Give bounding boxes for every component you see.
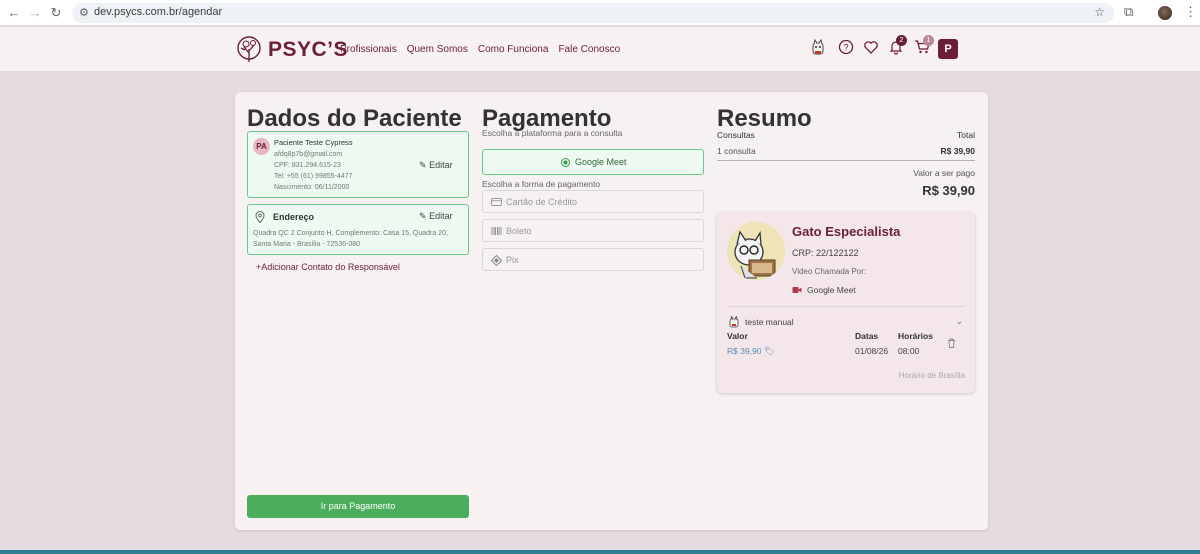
professional-name: Gato Especialista [792, 224, 901, 239]
payment-option-boleto[interactable]: Boleto [482, 219, 704, 242]
svg-text:?: ? [843, 43, 848, 53]
platform-label: Escolha a plataforma para a consulta [482, 128, 623, 138]
notifications-bell-icon[interactable]: 2 [886, 35, 907, 59]
edit-label: Editar [429, 211, 453, 221]
summary-total-value: R$ 39,90 [940, 146, 976, 156]
patient-avatar: PA [253, 138, 270, 155]
browser-profile-avatar[interactable] [1158, 6, 1172, 20]
site-header: PSYC’S Profissionais Quem Somos Como Fun… [0, 27, 1200, 72]
payment-option-credit-card[interactable]: Cartão de Crédito [482, 190, 704, 213]
address-card: Endereço ✎ Editar Quadra QC 2 Conjunto H… [247, 204, 469, 255]
summary-consultas-label: Consultas [717, 130, 755, 140]
video-call-label: Video Chamada Por: [792, 267, 867, 276]
notifications-badge: 2 [896, 35, 907, 46]
bookmark-star-icon[interactable]: ☆ [1094, 5, 1105, 19]
platform-option-google-meet[interactable]: Google Meet [482, 149, 704, 175]
appointment-patient-name: teste manual [745, 317, 794, 327]
cart-icon[interactable]: 1 [912, 35, 934, 59]
browser-menu-icon[interactable]: ⋮ [1184, 4, 1197, 20]
patient-phone: Tel: +55 (61) 99855-4477 [274, 173, 353, 180]
professional-card: Gato Especialista CRP: 22/122122 Video C… [717, 212, 975, 393]
forward-icon[interactable]: → [26, 4, 44, 22]
horarios-label: Horários [898, 331, 933, 341]
reload-icon[interactable]: ↻ [47, 4, 65, 22]
patient-birth: Nascimento: 06/11/2000 [274, 184, 350, 191]
extensions-icon[interactable]: ⧉ [1124, 4, 1133, 20]
edit-patient-button[interactable]: ✎ Editar [419, 160, 453, 171]
patient-email: afdq8p7b@gmail.com [274, 151, 343, 158]
location-pin-icon [255, 211, 265, 223]
address-line-2: Santa Maria - Brasília - 72536-080 [253, 241, 360, 248]
boleto-label: Boleto [506, 226, 532, 236]
summary-total-label: Total [957, 130, 975, 140]
amount-due-value: R$ 39,90 [922, 183, 975, 198]
pencil-icon: ✎ [419, 160, 427, 170]
site-logo[interactable]: PSYC’S [234, 35, 348, 65]
patient-name: Paciente Teste Cypress [274, 138, 353, 147]
logo-tree-icon [237, 36, 261, 62]
favorites-heart-icon[interactable] [861, 39, 881, 59]
summary-heading: Resumo [717, 105, 812, 132]
pencil-icon: ✎ [419, 211, 427, 221]
edit-address-button[interactable]: ✎ Editar [419, 211, 453, 222]
card-divider [727, 306, 965, 307]
radio-selected-icon [561, 158, 570, 167]
go-to-payment-button[interactable]: Ir para Pagamento [247, 495, 469, 518]
cat-mascot-icon[interactable] [808, 38, 828, 59]
main-nav: Profissionais Quem Somos Como Funciona F… [340, 44, 620, 55]
timezone-note: Horário de Brasília [898, 371, 965, 380]
patient-heading: Dados do Paciente [247, 105, 462, 132]
appointment-time: 08:00 [898, 346, 920, 356]
cart-badge: 1 [923, 35, 934, 46]
url-text: dev.psycs.com.br/agendar [94, 6, 223, 18]
amount-due-label: Valor a ser pago [913, 168, 975, 178]
add-contact-label: Adicionar Contato do Responsável [261, 262, 400, 272]
summary-divider [717, 160, 975, 161]
site-settings-icon[interactable]: ⚙ [79, 6, 89, 19]
price-tag-icon: 🏷 [763, 346, 775, 356]
trash-icon[interactable] [947, 338, 956, 348]
platform-option-label: Google Meet [575, 157, 627, 167]
nav-profissionais[interactable]: Profissionais [340, 44, 397, 55]
credit-card-label: Cartão de Crédito [506, 197, 578, 207]
address-heading: Endereço [273, 212, 315, 222]
barcode-icon [491, 227, 502, 235]
nav-fale-conosco[interactable]: Fale Conosco [558, 44, 620, 55]
professional-crp: CRP: 22/122122 [792, 248, 859, 258]
valor-label: Valor [727, 331, 748, 341]
cat-avatar-icon [729, 316, 739, 328]
professional-photo [727, 222, 785, 280]
address-bar[interactable]: ⚙ dev.psycs.com.br/agendar ☆ [72, 3, 1114, 23]
help-icon[interactable]: ? [836, 39, 856, 59]
pix-icon [491, 255, 502, 266]
header-actions: ? 2 1 P [808, 35, 968, 61]
edit-label: Editar [429, 160, 453, 170]
bottom-accent-bar [0, 550, 1200, 554]
valor-value: R$ 39,90 [727, 346, 762, 356]
credit-card-icon [491, 198, 502, 206]
nav-como-funciona[interactable]: Como Funciona [478, 44, 549, 55]
browser-toolbar: ← → ↻ ⚙ dev.psycs.com.br/agendar ☆ ⧉ ⋮ [0, 0, 1200, 26]
appointment-accordion-header[interactable]: teste manual ⌄ [727, 316, 965, 330]
payment-method-label: Escolha a forma de pagamento [482, 179, 601, 189]
user-avatar[interactable]: P [938, 39, 958, 59]
video-camera-icon [792, 287, 802, 293]
patient-info-card: PA Paciente Teste Cypress afdq8p7b@gmail… [247, 131, 469, 198]
chevron-down-icon: ⌄ [955, 316, 963, 326]
datas-label: Datas [855, 331, 879, 341]
nav-quem-somos[interactable]: Quem Somos [407, 44, 468, 55]
back-icon[interactable]: ← [5, 4, 23, 22]
valor-value-wrapper: R$ 39,90 🏷 [727, 346, 775, 357]
payment-option-pix[interactable]: Pix [482, 248, 704, 271]
pix-label: Pix [506, 255, 519, 265]
summary-count: 1 consulta [717, 146, 756, 156]
checkout-card: Dados do Paciente PA Paciente Teste Cypr… [235, 92, 988, 530]
appointment-date: 01/08/26 [855, 346, 889, 356]
professional-platform: Google Meet [807, 285, 856, 295]
add-responsible-contact-link[interactable]: +Adicionar Contato do Responsável [256, 262, 400, 272]
address-line-1: Quadra QC 2 Conjunto H, Complemento: Cas… [253, 230, 448, 237]
logo-text: PSYC’S [268, 38, 349, 61]
patient-cpf: CPF: 831.294.615-23 [274, 162, 341, 169]
